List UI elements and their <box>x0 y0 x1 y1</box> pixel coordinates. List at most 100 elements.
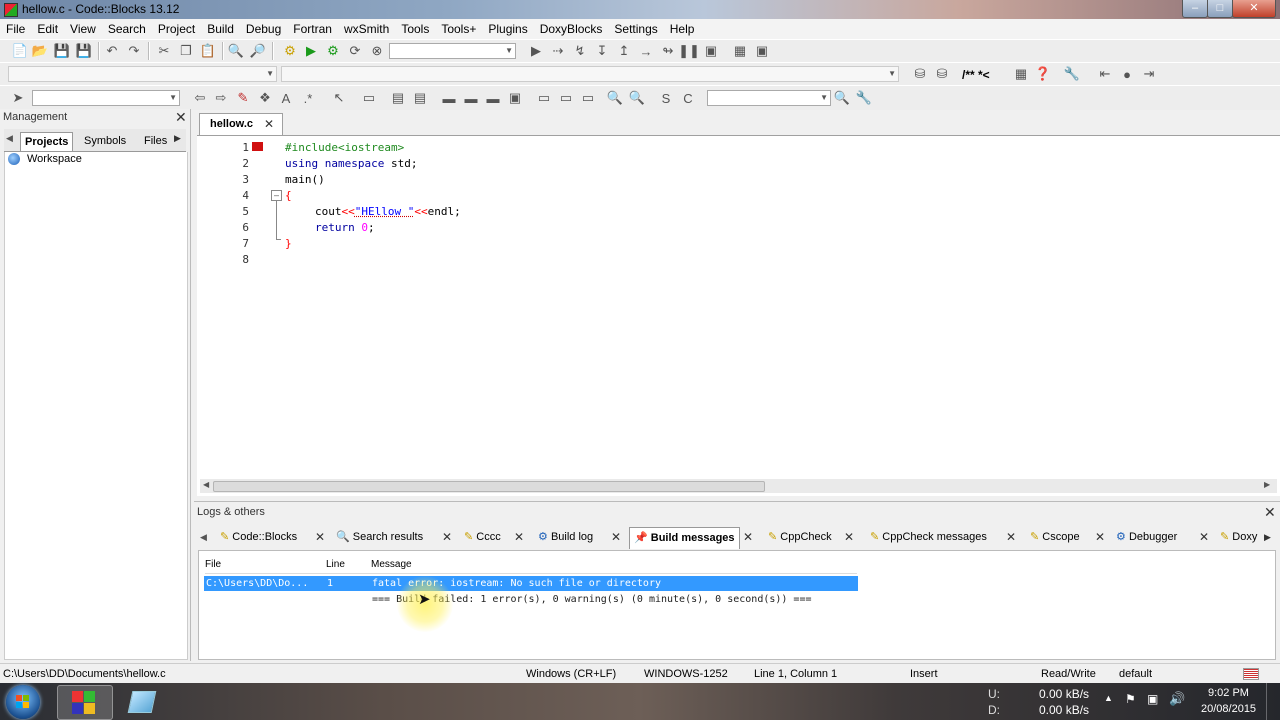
scope-select[interactable]: ▼ <box>8 66 277 82</box>
doxy-comment-button[interactable]: /** *< <box>962 68 990 82</box>
refresh-icon[interactable]: C <box>680 90 696 106</box>
close-tab-icon[interactable]: ✕ <box>1199 527 1209 548</box>
box2-icon[interactable]: ▭ <box>558 90 574 106</box>
tab-cccc[interactable]: ✎ Cccc <box>464 527 501 548</box>
menu-search[interactable]: Search <box>102 19 152 37</box>
spell-icon[interactable]: S <box>658 90 674 106</box>
align-right-icon[interactable]: ▬ <box>485 90 501 106</box>
menu-edit[interactable]: Edit <box>31 19 64 37</box>
network-icon[interactable]: ▣ <box>1147 692 1158 706</box>
new-file-icon[interactable]: 📄 <box>12 43 28 59</box>
volume-icon[interactable]: 🔊 <box>1169 691 1185 707</box>
column-header-file[interactable]: File <box>205 559 221 570</box>
menu-settings[interactable]: Settings <box>608 19 663 37</box>
highlight-pen-icon[interactable]: ✎ <box>235 90 251 106</box>
doxy-extract-icon[interactable]: ▦ <box>1013 66 1029 82</box>
menu-doxyblocks[interactable]: DoxyBlocks <box>534 19 609 37</box>
zoom-in-icon[interactable]: 🔍 <box>607 90 623 106</box>
tab-cppcheck-messages[interactable]: ✎ CppCheck messages <box>870 527 987 548</box>
run-icon[interactable]: ▶ <box>303 43 319 59</box>
align-center-icon[interactable]: ▬ <box>463 90 479 106</box>
symbol-combo[interactable]: ▼ <box>707 90 831 106</box>
tab-files[interactable]: Files <box>140 132 171 150</box>
close-tab-icon[interactable]: ✕ <box>743 527 753 548</box>
tab-codeblocks[interactable]: ✎ Code::Blocks <box>220 527 297 548</box>
close-tab-icon[interactable]: ✕ <box>514 527 524 548</box>
clock-time[interactable]: 9:02 PM <box>1208 687 1249 699</box>
close-window-button[interactable]: ✕ <box>1232 0 1276 18</box>
table-row[interactable]: C:\Users\DD\Do... 1 fatal error: iostrea… <box>204 576 858 591</box>
close-icon[interactable]: ✕ <box>175 109 187 126</box>
tab-debugger[interactable]: ⚙ Debugger <box>1116 527 1177 548</box>
find-icon[interactable]: 🔍 <box>228 43 244 59</box>
box-icon[interactable]: ▭ <box>536 90 552 106</box>
tree-item-workspace[interactable]: Workspace <box>27 153 82 165</box>
column-header-message[interactable]: Message <box>371 559 412 570</box>
stop-debugger-icon[interactable]: ▣ <box>703 43 719 59</box>
function-select[interactable]: ▼ <box>281 66 899 82</box>
close-icon[interactable]: ✕ <box>1264 504 1276 521</box>
menu-tools[interactable]: Tools <box>395 19 435 37</box>
show-desktop-button[interactable] <box>1266 683 1280 720</box>
build-target-select[interactable]: ▼ <box>389 43 516 59</box>
maximize-button[interactable]: □ <box>1207 0 1233 18</box>
doxy-config-icon[interactable]: 🔧 <box>1064 66 1080 82</box>
align-left-icon[interactable]: ▬ <box>441 90 457 106</box>
menu-debug[interactable]: Debug <box>240 19 287 37</box>
tab-scroll-left-icon[interactable]: ◀ <box>200 532 207 543</box>
menu-help[interactable]: Help <box>664 19 701 37</box>
jump-implementation-icon[interactable]: ⛁ <box>934 66 950 82</box>
fold-toggle-icon[interactable]: – <box>271 190 282 201</box>
horizontal-scrollbar[interactable]: ◀ ▶ <box>200 479 1277 493</box>
tab-scroll-right-icon[interactable]: ▶ <box>174 133 181 144</box>
zoom-out-icon[interactable]: 🔍 <box>629 90 645 106</box>
panel-icon[interactable]: ▤ <box>412 90 428 106</box>
next-instruction-icon[interactable]: → <box>638 43 654 59</box>
close-tab-icon[interactable]: ✕ <box>315 527 325 548</box>
tools-icon[interactable]: 🔧 <box>856 90 872 106</box>
close-tab-icon[interactable]: ✕ <box>1095 527 1105 548</box>
scroll-right-icon[interactable]: ▶ <box>1264 480 1270 489</box>
editor-tab-hellow[interactable]: hellow.c ✕ <box>199 113 283 136</box>
code-view[interactable]: 1 2 3 4 5 6 7 8 – #include<iostream> usi… <box>197 136 1280 496</box>
close-tab-icon[interactable]: ✕ <box>611 527 621 548</box>
jump-declaration-icon[interactable]: ⛁ <box>912 66 928 82</box>
doxy-help-icon[interactable]: ❓ <box>1035 66 1051 82</box>
menu-plugins[interactable]: Plugins <box>482 19 533 37</box>
tab-scroll-left-icon[interactable]: ◀ <box>6 133 13 144</box>
box3-icon[interactable]: ▭ <box>580 90 596 106</box>
bookmark-next-icon[interactable]: ⇥ <box>1141 66 1157 82</box>
align-justify-icon[interactable]: ▣ <box>507 90 523 106</box>
frame-icon[interactable]: ▭ <box>361 90 377 106</box>
tab-scroll-right-icon[interactable]: ▶ <box>1264 532 1271 543</box>
close-tab-icon[interactable]: ✕ <box>442 527 452 548</box>
image-icon[interactable]: ▤ <box>390 90 406 106</box>
step-out-icon[interactable]: ↥ <box>616 43 632 59</box>
pause-icon[interactable]: ❚❚ <box>678 43 700 59</box>
cut-icon[interactable]: ✂ <box>156 43 172 59</box>
various-info-icon[interactable]: ▣ <box>754 43 770 59</box>
taskbar-notepad-app[interactable] <box>116 685 166 718</box>
menu-file[interactable]: File <box>0 19 31 37</box>
close-tab-icon[interactable]: ✕ <box>264 117 274 131</box>
tab-build-messages[interactable]: 📌 Build messages <box>629 527 740 549</box>
open-folder-icon[interactable]: 📂 <box>32 43 48 59</box>
tab-cscope[interactable]: ✎ Cscope <box>1030 527 1080 548</box>
close-tab-icon[interactable]: ✕ <box>1006 527 1016 548</box>
menu-project[interactable]: Project <box>152 19 201 37</box>
start-button[interactable] <box>6 685 40 719</box>
search-symbol-icon[interactable]: 🔍 <box>834 90 850 106</box>
save-icon[interactable]: 💾 <box>54 43 70 59</box>
tab-cppcheck[interactable]: ✎ CppCheck <box>768 527 832 548</box>
step-instruction-icon[interactable]: ↬ <box>660 43 676 59</box>
rebuild-icon[interactable]: ⟳ <box>347 43 363 59</box>
next-line-icon[interactable]: ↯ <box>572 43 588 59</box>
scrollbar-thumb[interactable] <box>213 481 765 492</box>
minimize-button[interactable]: – <box>1182 0 1208 18</box>
debug-windows-icon[interactable]: ▦ <box>732 43 748 59</box>
font-icon[interactable]: A <box>278 90 294 106</box>
abort-icon[interactable]: ⊗ <box>369 43 385 59</box>
bookmark-toggle-icon[interactable]: ● <box>1119 66 1135 82</box>
copy-icon[interactable]: ❐ <box>178 43 194 59</box>
menu-tools-plus[interactable]: Tools+ <box>435 19 482 37</box>
